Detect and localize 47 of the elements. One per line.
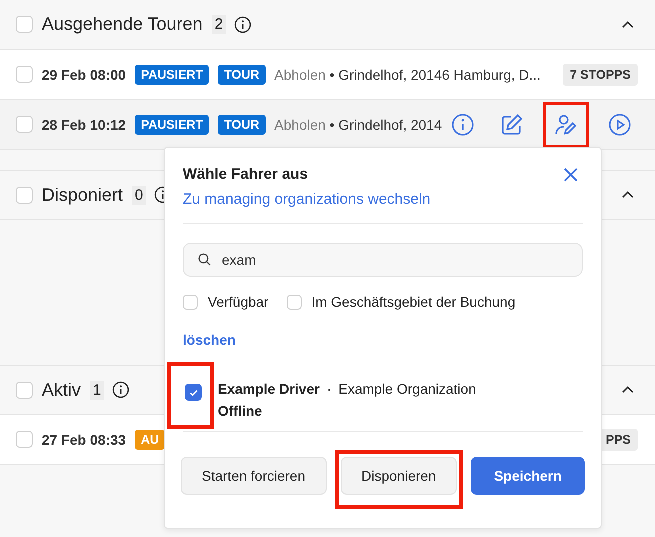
switch-organizations-link[interactable]: Zu managing organizations wechseln: [183, 191, 583, 208]
status-badge: TOUR: [218, 114, 266, 134]
driver-name: Example Driver: [218, 381, 320, 397]
count-badge: 1: [90, 380, 104, 400]
section-title: Aktiv: [42, 380, 82, 400]
close-icon[interactable]: [563, 166, 579, 182]
filter-label: Verfügbar: [208, 294, 269, 310]
search-icon: [198, 253, 212, 267]
checkbox[interactable]: [16, 116, 33, 133]
count-badge: 0: [132, 186, 146, 204]
edit-icon: [500, 112, 524, 136]
address-text: Abholen • Grindelhof, 2014: [274, 116, 442, 132]
date-time: 28 Feb 10:12: [42, 116, 126, 132]
checkbox[interactable]: [16, 431, 33, 448]
clear-link[interactable]: löschen: [183, 332, 583, 348]
checkbox[interactable]: [16, 186, 33, 204]
checkbox[interactable]: [183, 294, 198, 310]
info-icon[interactable]: [234, 16, 252, 34]
address-text: Abholen • Grindelhof, 20146 Hamburg, D...: [274, 66, 541, 82]
status-badge: TOUR: [218, 64, 266, 84]
checkbox[interactable]: [286, 294, 302, 310]
count-badge: 2: [212, 15, 226, 34]
action-button[interactable]: Disponieren: [334, 450, 464, 509]
separator-dot: ·: [326, 381, 332, 397]
organization-name: Example Organization: [338, 381, 476, 397]
driver-checkbox[interactable]: [167, 362, 214, 429]
status-badge: PAUSIERT: [135, 114, 210, 134]
section-title: Disponiert: [42, 184, 124, 206]
checkbox[interactable]: [16, 16, 33, 33]
filter-label: Im Geschäftsgebiet der Buchung: [312, 294, 516, 310]
popup-title: Wähle Fahrer aus: [183, 166, 308, 183]
section-title: Ausgehende Touren: [42, 14, 203, 35]
play-icon: [608, 112, 632, 136]
date-time: 27 Feb 08:33: [42, 432, 126, 448]
info-icon[interactable]: [112, 381, 130, 399]
stops-badge: 7 STOPPS: [563, 64, 638, 86]
checkbox[interactable]: [16, 66, 33, 83]
tour-row[interactable]: 29 Feb 08:00 PAUSIERT TOUR Abholen • Grindelhof, 20146 Hamburg, D... 7 STOPPS: [0, 50, 655, 100]
driver-status: Offline: [218, 403, 264, 419]
status-badge: PAUSIERT: [135, 64, 210, 84]
status-badge: AU: [135, 430, 166, 450]
tour-row[interactable]: 28 Feb 10:12 PAUSIERT TOUR Abholen • Grindelhof, 2014: [0, 100, 655, 150]
date-time: 29 Feb 08:00: [42, 66, 126, 82]
person-pen-icon: [554, 112, 578, 136]
search-field[interactable]: exam: [183, 243, 583, 277]
checkbox[interactable]: [16, 382, 33, 398]
info-icon: [451, 112, 475, 136]
